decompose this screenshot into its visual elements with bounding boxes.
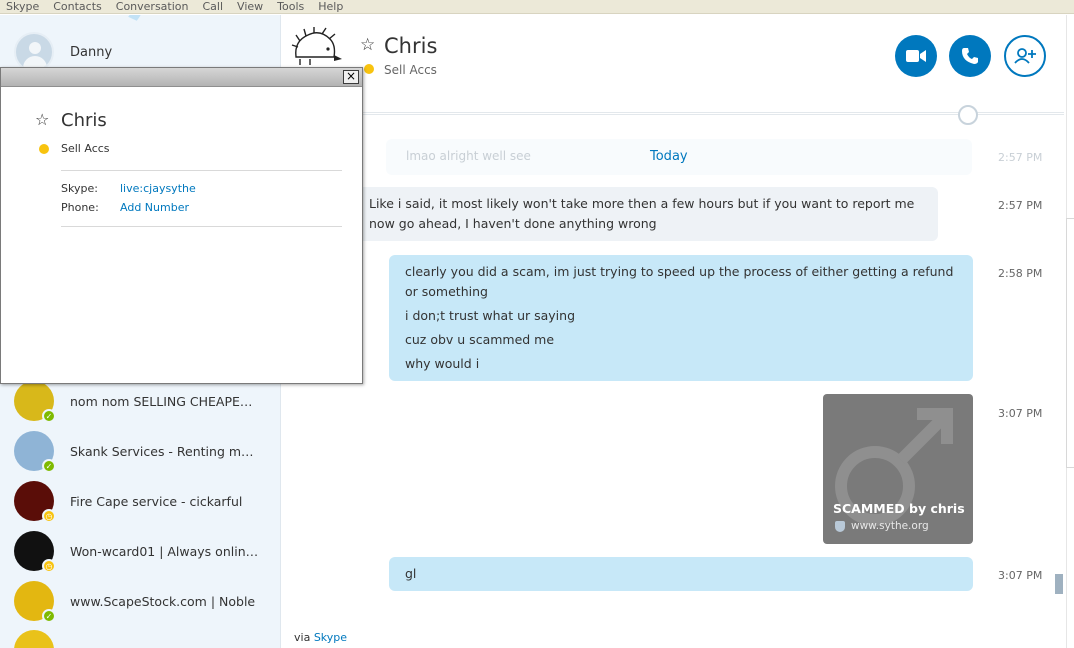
online-status-icon: ✓ xyxy=(42,459,56,473)
contact-avatar: ✓ xyxy=(14,581,56,623)
message-text: Like i said, it most likely won't take m… xyxy=(369,196,915,231)
favorite-star-icon[interactable]: ☆ xyxy=(360,35,375,55)
away-status-icon: ◷ xyxy=(42,509,56,523)
contact-avatar: ◷ xyxy=(14,481,56,523)
contact-title: Chris xyxy=(384,34,438,58)
message-timestamp: 2:58 PM xyxy=(998,267,1043,280)
popup-contact-name: Chris xyxy=(61,110,107,131)
avatar[interactable] xyxy=(14,32,54,72)
scrollbar-thumb[interactable] xyxy=(1055,574,1063,594)
faded-message: lmao alright well see xyxy=(406,149,531,163)
contact-mood: Sell Accs xyxy=(384,63,437,77)
phone-icon xyxy=(962,48,978,64)
conversation-pane: ☆ Chris Sell Accs lmao alright well see … xyxy=(282,15,1064,648)
away-clock-icon xyxy=(39,144,49,154)
contact-name: www.ScapeStock.com | Noble xyxy=(70,593,256,609)
menu-call[interactable]: Call xyxy=(203,0,224,13)
video-call-button[interactable] xyxy=(895,35,937,77)
audio-call-button[interactable] xyxy=(949,35,991,77)
outgoing-message[interactable]: gl xyxy=(389,557,973,591)
message-text: i don;t trust what ur saying xyxy=(405,308,576,323)
message-text: gl xyxy=(405,566,417,581)
profile-name: Danny xyxy=(70,44,113,60)
menu-conversation[interactable]: Conversation xyxy=(116,0,189,13)
add-number-link[interactable]: Add Number xyxy=(120,201,189,214)
menu-skype[interactable]: Skype xyxy=(6,0,39,13)
menu-view[interactable]: View xyxy=(237,0,263,13)
shield-icon xyxy=(835,520,845,532)
divider xyxy=(61,226,342,227)
image-message[interactable]: SCAMMED by chris www.sythe.org xyxy=(823,394,973,544)
contact-name: Won-wcard01 | Always online... xyxy=(70,543,260,559)
online-status-icon: ✓ xyxy=(42,409,56,423)
away-status-icon: ◷ xyxy=(42,559,56,573)
message-timestamp: 3:07 PM xyxy=(998,407,1043,420)
outgoing-message[interactable]: clearly you did a scam, im just trying t… xyxy=(389,255,973,381)
via-label: via xyxy=(294,631,311,644)
contact-item[interactable]: ◷ Won-wcard01 | Always online... xyxy=(14,530,274,573)
image-source-text: www.sythe.org xyxy=(851,520,929,532)
contact-item[interactable]: ◷ Fire Cape service - cickarful xyxy=(14,480,274,523)
image-source: www.sythe.org xyxy=(835,520,929,532)
message-text: why would i xyxy=(405,356,480,371)
away-clock-icon xyxy=(364,64,374,74)
scrollbar-frame xyxy=(1066,218,1074,468)
menu-tools[interactable]: Tools xyxy=(277,0,304,13)
divider xyxy=(61,170,342,171)
contact-item[interactable]: ✓ nom nom SELLING CHEAPEST... xyxy=(14,380,274,423)
profile-row[interactable]: Danny xyxy=(14,32,112,72)
popup-titlebar[interactable] xyxy=(1,68,362,87)
message-text: clearly you did a scam, im just trying t… xyxy=(405,264,954,299)
popup-contact-mood: Sell Accs xyxy=(61,142,110,155)
contact-name: nom nom SELLING CHEAPEST... xyxy=(70,393,260,409)
skype-label: Skype: xyxy=(61,182,98,195)
message-timestamp: 2:57 PM xyxy=(998,199,1043,212)
skype-id-link[interactable]: live:cjaysythe xyxy=(120,182,196,195)
contact-avatar: ✓ xyxy=(14,431,56,473)
incoming-message[interactable]: Like i said, it most likely won't take m… xyxy=(354,187,938,241)
hedgehog-avatar-icon[interactable] xyxy=(290,27,346,69)
menu-contacts[interactable]: Contacts xyxy=(53,0,102,13)
close-button[interactable]: × xyxy=(343,70,359,84)
conversation-header: ☆ Chris Sell Accs xyxy=(282,15,1064,113)
contact-item[interactable]: ✓ Skank Services - Renting max... xyxy=(14,430,274,473)
contact-avatar: ◷ xyxy=(14,531,56,573)
favorite-star-icon[interactable]: ☆ xyxy=(35,110,49,129)
add-people-button[interactable] xyxy=(1004,35,1046,77)
globe-icon xyxy=(958,105,978,125)
online-status-icon: ✓ xyxy=(42,609,56,623)
image-title: SCAMMED by chris xyxy=(833,501,965,516)
skype-link[interactable]: Skype xyxy=(314,631,347,644)
menu-help[interactable]: Help xyxy=(318,0,343,13)
add-person-icon xyxy=(1014,48,1036,64)
video-camera-icon xyxy=(906,50,926,62)
contact-item[interactable] xyxy=(14,629,274,648)
contact-name: Skank Services - Renting max... xyxy=(70,443,260,459)
via-skype-footer: via Skype xyxy=(294,631,347,644)
contact-card-popup: × ☆ Chris Sell Accs Skype: live:cjaysyth… xyxy=(0,67,363,384)
faded-timestamp: 2:57 PM xyxy=(998,151,1043,164)
date-separator: Today xyxy=(650,149,688,164)
contact-avatar xyxy=(14,630,54,648)
phone-label: Phone: xyxy=(61,201,99,214)
contact-item[interactable]: ✓ www.ScapeStock.com | Noble xyxy=(14,580,274,623)
contact-name: Fire Cape service - cickarful xyxy=(70,493,243,509)
message-text: cuz obv u scammed me xyxy=(405,332,555,347)
message-timestamp: 3:07 PM xyxy=(998,569,1043,582)
contact-avatar: ✓ xyxy=(14,381,56,423)
menu-bar: Skype Contacts Conversation Call View To… xyxy=(0,0,1074,14)
